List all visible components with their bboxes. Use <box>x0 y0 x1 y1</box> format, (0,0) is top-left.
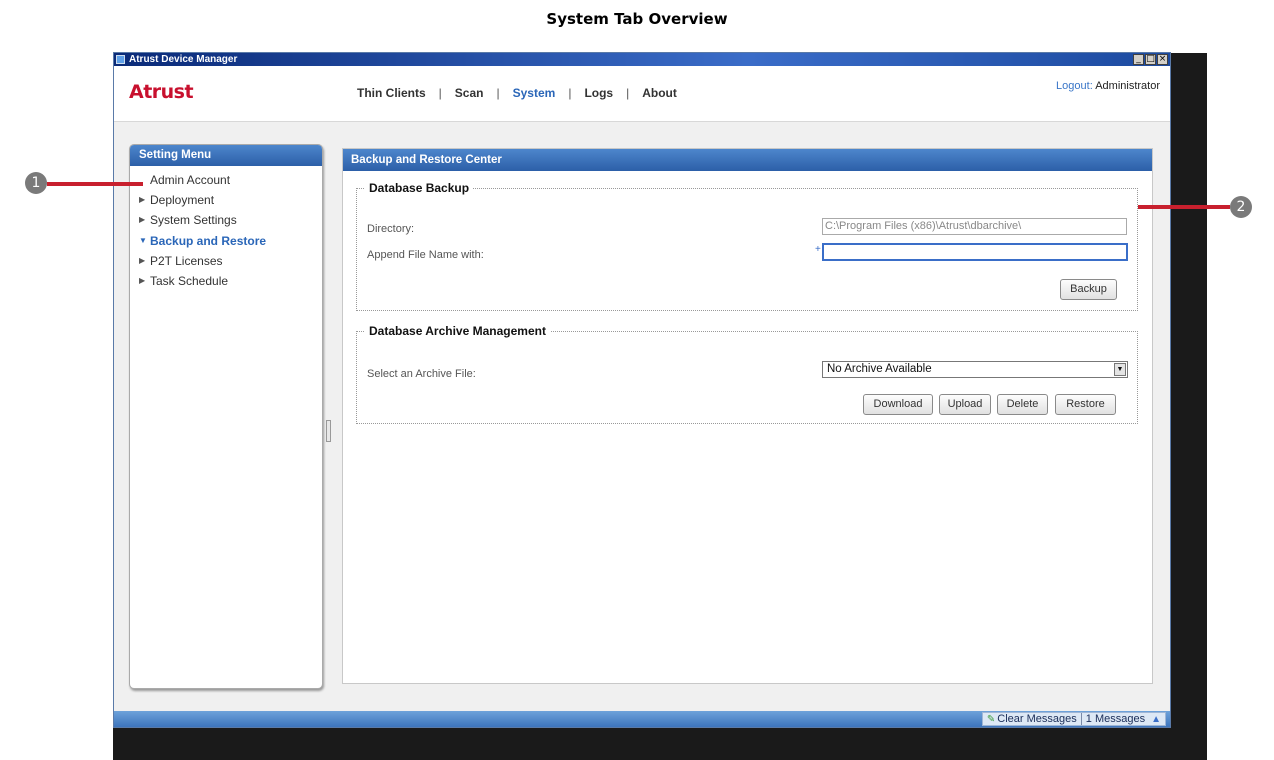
logout-area: Logout: Administrator <box>1056 80 1160 92</box>
backup-restore-panel: Backup and Restore Center Database Backu… <box>342 148 1153 684</box>
collapse-arrow-icon: ▼ <box>139 235 147 245</box>
append-file-name-input[interactable] <box>822 243 1128 261</box>
sidebar-item-label: Task Schedule <box>150 273 229 288</box>
callout-2-pointer <box>1138 205 1230 209</box>
expand-arrow-icon: ▶ <box>139 255 146 265</box>
directory-label: Directory: <box>367 223 415 235</box>
archive-select-value: No Archive Available <box>827 363 932 375</box>
callout-badge-2: 2 <box>1230 196 1252 218</box>
sidebar-item-label: P2T Licenses <box>150 253 223 268</box>
tab-system[interactable]: System <box>513 86 556 100</box>
maximize-button[interactable]: □ <box>1145 54 1156 65</box>
message-area: ✎ Clear Messages 1 Messages ▲ <box>981 712 1166 726</box>
callout-1-pointer <box>47 182 143 186</box>
setting-menu-title: Setting Menu <box>130 145 322 166</box>
expand-up-icon[interactable]: ▲ <box>1151 714 1161 725</box>
download-button[interactable]: Download <box>863 394 933 415</box>
tab-scan[interactable]: Scan <box>455 86 484 100</box>
chevron-down-icon[interactable]: ▼ <box>1114 363 1126 376</box>
select-archive-label: Select an Archive File: <box>367 368 476 380</box>
expand-arrow-icon: ▶ <box>139 275 146 285</box>
content-area: Setting Menu Admin Account ▶ Deployment … <box>114 121 1170 711</box>
panel-splitter-handle[interactable] <box>326 420 331 442</box>
sidebar-item-deployment[interactable]: ▶ Deployment <box>130 190 322 210</box>
append-file-name-label: Append File Name with: <box>367 249 484 261</box>
delete-button[interactable]: Delete <box>997 394 1048 415</box>
sidebar-item-system-settings[interactable]: ▶ System Settings <box>130 210 322 230</box>
backup-button[interactable]: Backup <box>1060 279 1117 300</box>
sidebar-item-label: Admin Account <box>150 173 231 187</box>
sidebar-item-admin-account[interactable]: Admin Account <box>130 170 322 190</box>
window-controls: _ □ × <box>1133 54 1168 65</box>
panel-title: Backup and Restore Center <box>343 149 1152 171</box>
clear-messages-button[interactable]: Clear Messages <box>997 713 1076 725</box>
setting-menu: Admin Account ▶ Deployment ▶ System Sett… <box>130 166 322 291</box>
expand-arrow-icon: ▶ <box>139 195 146 205</box>
upload-button[interactable]: Upload <box>939 394 991 415</box>
tab-logs[interactable]: Logs <box>584 86 613 100</box>
database-archive-legend: Database Archive Management <box>369 324 546 338</box>
main-nav: Thin Clients | Scan | System | Logs | Ab… <box>357 86 677 100</box>
nav-separator: | <box>496 86 500 100</box>
database-archive-group: Database Archive Management Select an Ar… <box>356 324 1138 424</box>
sidebar-item-label: Backup and Restore <box>150 233 267 248</box>
clear-messages-icon[interactable]: ✎ <box>987 714 995 725</box>
logout-link[interactable]: Logout: <box>1056 80 1093 92</box>
sidebar-item-backup-and-restore[interactable]: ▼ Backup and Restore <box>130 231 322 251</box>
app-window: Atrust Device Manager _ □ × Atrust Thin … <box>113 52 1171 728</box>
document-title: System Tab Overview <box>546 10 728 28</box>
message-count[interactable]: 1 Messages <box>1086 713 1145 725</box>
sidebar-item-p2t-licenses[interactable]: ▶ P2T Licenses <box>130 251 322 271</box>
nav-separator: | <box>568 86 572 100</box>
archive-file-select[interactable]: No Archive Available ▼ <box>822 361 1128 378</box>
nav-separator: | <box>626 86 630 100</box>
sidebar-item-label: Deployment <box>150 193 215 208</box>
status-bar: ✎ Clear Messages 1 Messages ▲ <box>114 711 1170 727</box>
tab-about[interactable]: About <box>642 86 677 100</box>
minimize-button[interactable]: _ <box>1133 54 1144 65</box>
required-marker-icon: + <box>815 244 821 255</box>
setting-menu-panel: Setting Menu Admin Account ▶ Deployment … <box>129 144 323 689</box>
nav-separator: | <box>438 86 442 100</box>
database-backup-legend: Database Backup <box>369 181 470 195</box>
app-icon <box>116 55 125 64</box>
window-title: Atrust Device Manager <box>129 54 238 65</box>
window-titlebar[interactable]: Atrust Device Manager _ □ × <box>114 53 1170 66</box>
tab-thin-clients[interactable]: Thin Clients <box>357 86 426 100</box>
current-user: Administrator <box>1095 80 1160 92</box>
atrust-logo: Atrust <box>129 81 194 103</box>
directory-field[interactable]: C:\Program Files (x86)\Atrust\dbarchive\ <box>822 218 1127 235</box>
sidebar-item-task-schedule[interactable]: ▶ Task Schedule <box>130 271 322 291</box>
database-backup-group: Database Backup Directory: C:\Program Fi… <box>356 181 1138 311</box>
restore-button[interactable]: Restore <box>1055 394 1116 415</box>
status-divider <box>1080 713 1082 725</box>
expand-arrow-icon: ▶ <box>139 215 146 225</box>
sidebar-item-label: System Settings <box>150 213 237 228</box>
callout-badge-1: 1 <box>25 172 47 194</box>
app-header: Atrust Thin Clients | Scan | System | Lo… <box>114 66 1170 111</box>
close-button[interactable]: × <box>1157 54 1168 65</box>
